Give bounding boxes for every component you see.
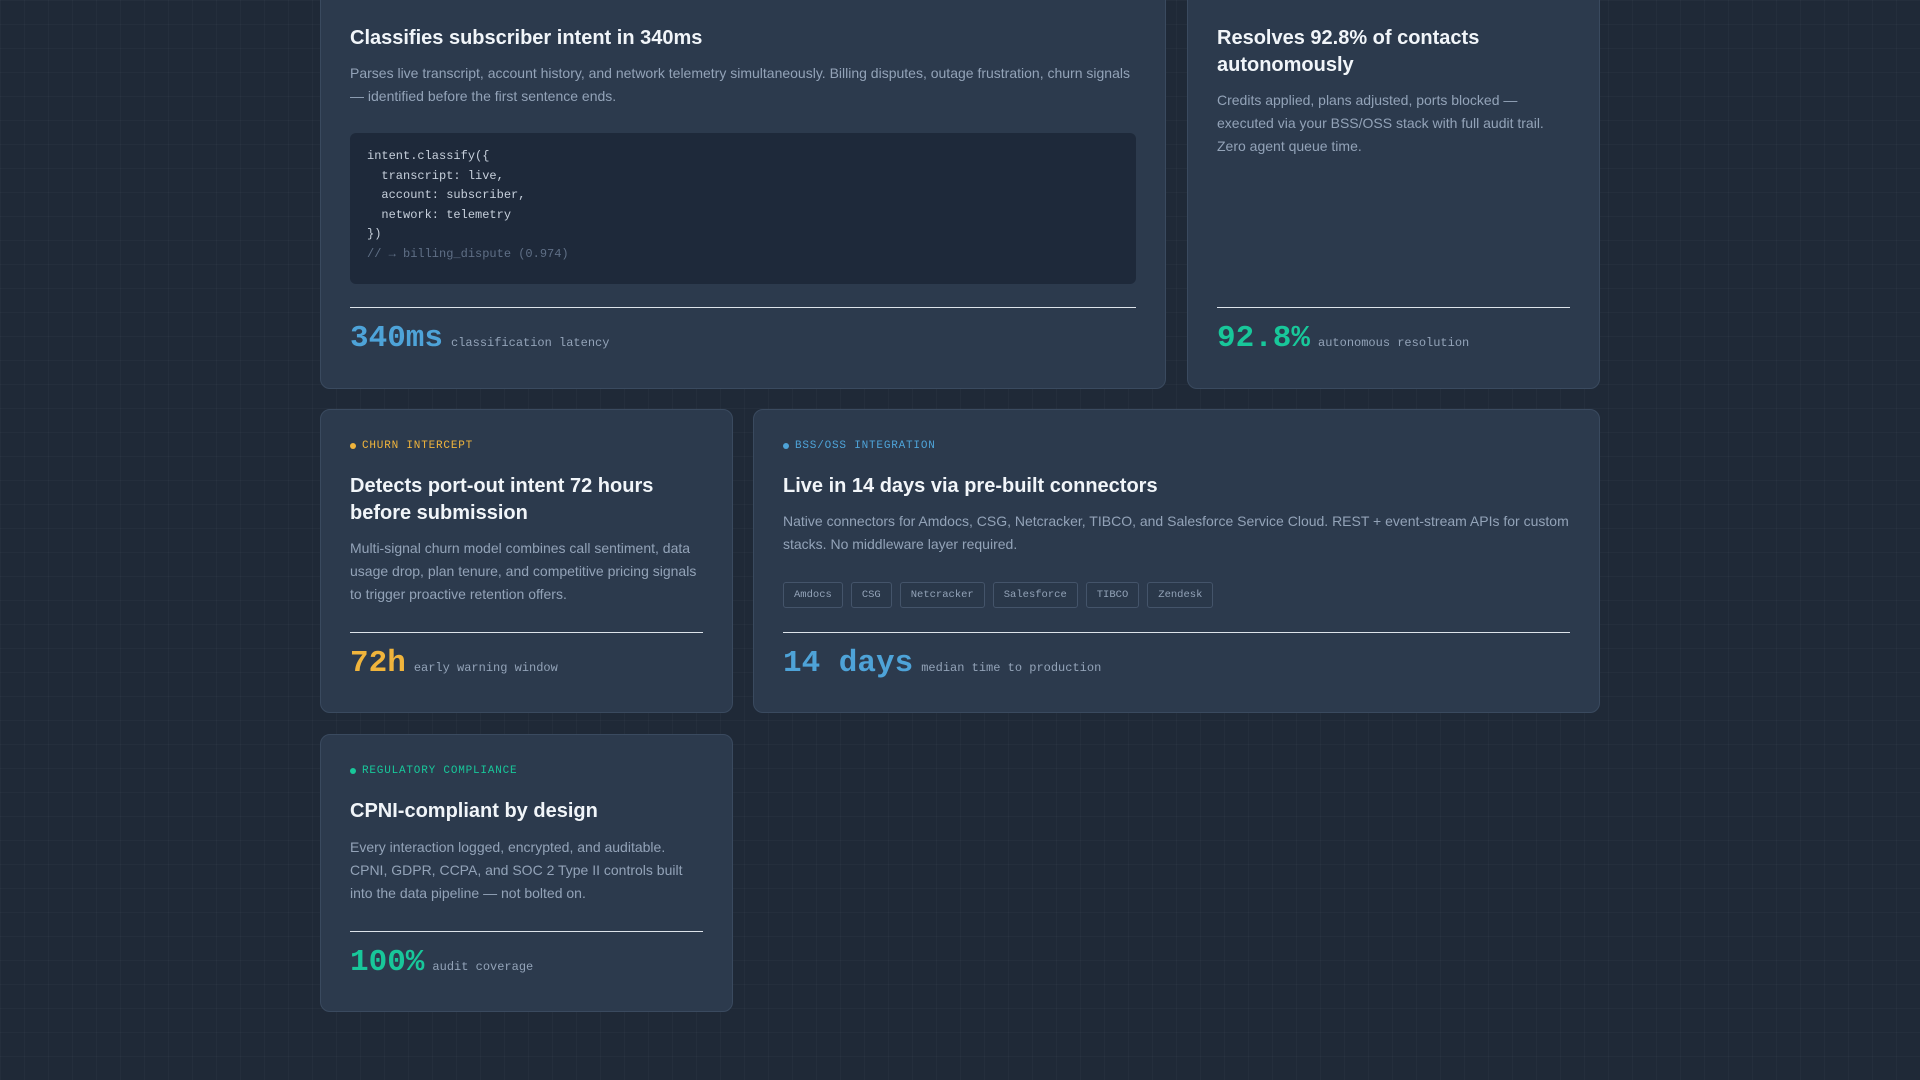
connector-chip[interactable]: Salesforce <box>992 582 1078 608</box>
metric-value: 14 days <box>783 646 914 681</box>
regulatory-compliance-card: REGULATORY COMPLIANCE CPNI-compliant by … <box>320 734 733 1012</box>
intent-classification-card: Classifies subscriber intent in 340ms Pa… <box>320 0 1166 389</box>
connector-chip[interactable]: Zendesk <box>1147 582 1214 608</box>
metric: 14 days median time to production <box>783 646 1101 681</box>
category-dot-icon <box>350 768 356 774</box>
metric: 340ms classification latency <box>350 321 609 356</box>
churn-intercept-card: CHURN INTERCEPT Detects port-out intent … <box>320 409 733 713</box>
metric-value: 72h <box>350 646 406 681</box>
metric-value: 340ms <box>350 321 444 356</box>
autonomous-resolution-card: Resolves 92.8% of contacts autonomously … <box>1187 0 1600 389</box>
connector-chip[interactable]: TIBCO <box>1085 582 1140 608</box>
metric-value: 100% <box>350 945 425 980</box>
metric-caption: audit coverage <box>432 960 534 974</box>
category-label-text: BSS/OSS INTEGRATION <box>795 440 936 452</box>
card-title: Live in 14 days via pre-built connectors <box>783 475 1158 497</box>
metric-caption: classification latency <box>451 336 610 350</box>
metric: 100% audit coverage <box>350 945 533 980</box>
bss-oss-integration-card: BSS/OSS INTEGRATION Live in 14 days via … <box>753 409 1600 713</box>
metric: 72h early warning window <box>350 646 558 681</box>
connector-chip[interactable]: Netcracker <box>899 582 985 608</box>
card-description: Multi-signal churn model combines call s… <box>350 540 697 602</box>
code-line: intent.classify({ <box>367 149 490 163</box>
category-dot-icon <box>783 443 789 449</box>
card-divider <box>783 632 1570 633</box>
card-category-label: BSS/OSS INTEGRATION <box>783 440 936 452</box>
card-description: Credits applied, plans adjusted, ports b… <box>1217 92 1544 154</box>
connector-chip[interactable]: Amdocs <box>783 582 843 608</box>
code-line: transcript: live, <box>367 168 504 183</box>
card-description: Parses live transcript, account history,… <box>350 65 1130 104</box>
card-title: Detects port-out intent 72 hours before … <box>350 475 654 524</box>
metric-value: 92.8% <box>1217 321 1311 356</box>
card-divider <box>350 632 703 633</box>
card-divider <box>350 307 1136 308</box>
code-line: network: telemetry <box>367 207 512 222</box>
card-description: Every interaction logged, encrypted, and… <box>350 839 683 901</box>
card-divider <box>1217 307 1570 308</box>
card-description: Native connectors for Amdocs, CSG, Netcr… <box>783 513 1569 552</box>
metric: 92.8% autonomous resolution <box>1217 321 1469 356</box>
metric-caption: autonomous resolution <box>1318 336 1470 350</box>
code-comment: // → billing_dispute (0.974) <box>367 246 569 261</box>
code-snippet: intent.classify({ transcript: live, acco… <box>350 133 1136 284</box>
connector-chip-list: Amdocs CSG Netcracker Salesforce TIBCO Z… <box>783 582 1214 608</box>
card-category-label: REGULATORY COMPLIANCE <box>350 765 517 777</box>
metric-caption: median time to production <box>921 661 1102 675</box>
metric-caption: early warning window <box>413 661 558 675</box>
code-line: }) <box>367 227 382 241</box>
category-label-text: CHURN INTERCEPT <box>362 440 474 452</box>
card-title: Resolves 92.8% of contacts autonomously <box>1217 27 1480 76</box>
connector-chip[interactable]: CSG <box>850 582 892 608</box>
code-line: account: subscriber, <box>367 188 526 202</box>
card-divider <box>350 931 703 932</box>
category-label-text: REGULATORY COMPLIANCE <box>362 765 518 777</box>
card-title: CPNI-compliant by design <box>350 800 598 822</box>
card-category-label: CHURN INTERCEPT <box>350 440 473 452</box>
card-title: Classifies subscriber intent in 340ms <box>350 27 703 49</box>
category-dot-icon <box>350 443 356 449</box>
